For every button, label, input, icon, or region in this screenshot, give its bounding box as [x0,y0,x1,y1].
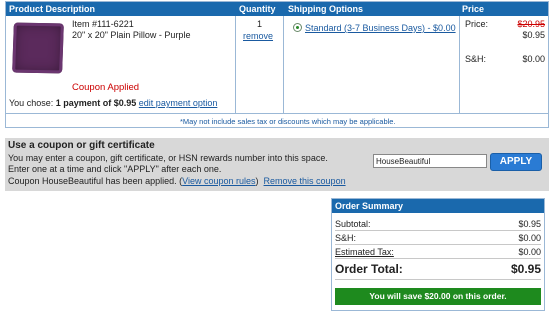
summary-sh-value: $0.00 [518,233,541,243]
purple-pillow-icon [12,22,64,74]
coupon-panel: Use a coupon or gift certificate You may… [5,138,549,191]
subtotal-value: $0.95 [518,219,541,229]
order-total-value: $0.95 [510,262,541,276]
summary-divider [335,230,541,231]
order-summary: Order Summary Subtotal: $0.95 S&H: $0.00… [331,198,545,311]
header-product-description: Product Description [9,4,96,14]
order-summary-title: Order Summary [332,199,544,213]
payment-choice: You chose: 1 payment of $0.95 edit payme… [9,98,217,108]
shipping-option-standard[interactable]: Standard (3-7 Business Days) - $0.00 [305,23,456,33]
remove-item-link[interactable]: remove [243,31,273,41]
coupon-applied-line: Coupon HouseBeautiful has been applied. … [8,176,346,186]
product-image[interactable] [9,19,67,77]
coupon-title: Use a coupon or gift certificate [8,140,155,151]
price-original: $20.95 [517,19,545,29]
cart-header: Product Description Quantity Shipping Op… [6,2,548,16]
sh-label: S&H: [465,54,487,64]
row-divider [6,113,548,114]
column-divider [283,16,284,114]
price-label: Price: [465,19,489,29]
summary-divider [335,279,541,280]
header-shipping-options: Shipping Options [288,4,363,14]
tax-note: *May not include sales tax or discounts … [180,117,396,126]
savings-banner: You will save $20.00 on this order. [335,288,541,305]
remove-coupon-link[interactable]: Remove this coupon [264,176,346,186]
item-number: Item #111-6221 [72,19,134,29]
item-quantity: 1 [257,19,263,29]
sh-value: $0.00 [522,54,545,64]
coupon-applied-text: Coupon HouseBeautiful has been applied. [8,176,177,186]
payment-prefix: You chose: [9,98,54,108]
item-name: 20" x 20" Plain Pillow - Purple [72,30,191,40]
shipping-radio-icon[interactable] [293,23,302,32]
summary-sh-label: S&H: [335,233,357,243]
column-divider [235,16,236,114]
view-coupon-rules-link[interactable]: View coupon rules [182,176,255,186]
estimated-tax-link[interactable]: Estimated Tax: [335,247,394,257]
price-current: $0.95 [522,30,545,40]
header-price: Price [462,4,485,14]
order-total-label: Order Total: [335,262,403,276]
payment-value: 1 payment of $0.95 [55,98,137,108]
header-quantity: Quantity [239,4,276,14]
coupon-instructions-1: You may enter a coupon, gift certificate… [8,153,328,163]
coupon-applied-status: Coupon Applied [72,82,140,93]
coupon-instructions-2: Enter one at a time and click "APPLY" af… [8,164,222,174]
coupon-code-input[interactable] [373,154,487,168]
edit-payment-option-link[interactable]: edit payment option [139,98,218,108]
column-divider [459,16,460,114]
summary-divider [335,258,541,259]
subtotal-label: Subtotal: [335,219,371,229]
apply-coupon-button[interactable]: APPLY [490,153,542,171]
cart-table: Product Description Quantity Shipping Op… [5,1,549,128]
summary-divider [335,244,541,245]
estimated-tax-value: $0.00 [518,247,541,257]
